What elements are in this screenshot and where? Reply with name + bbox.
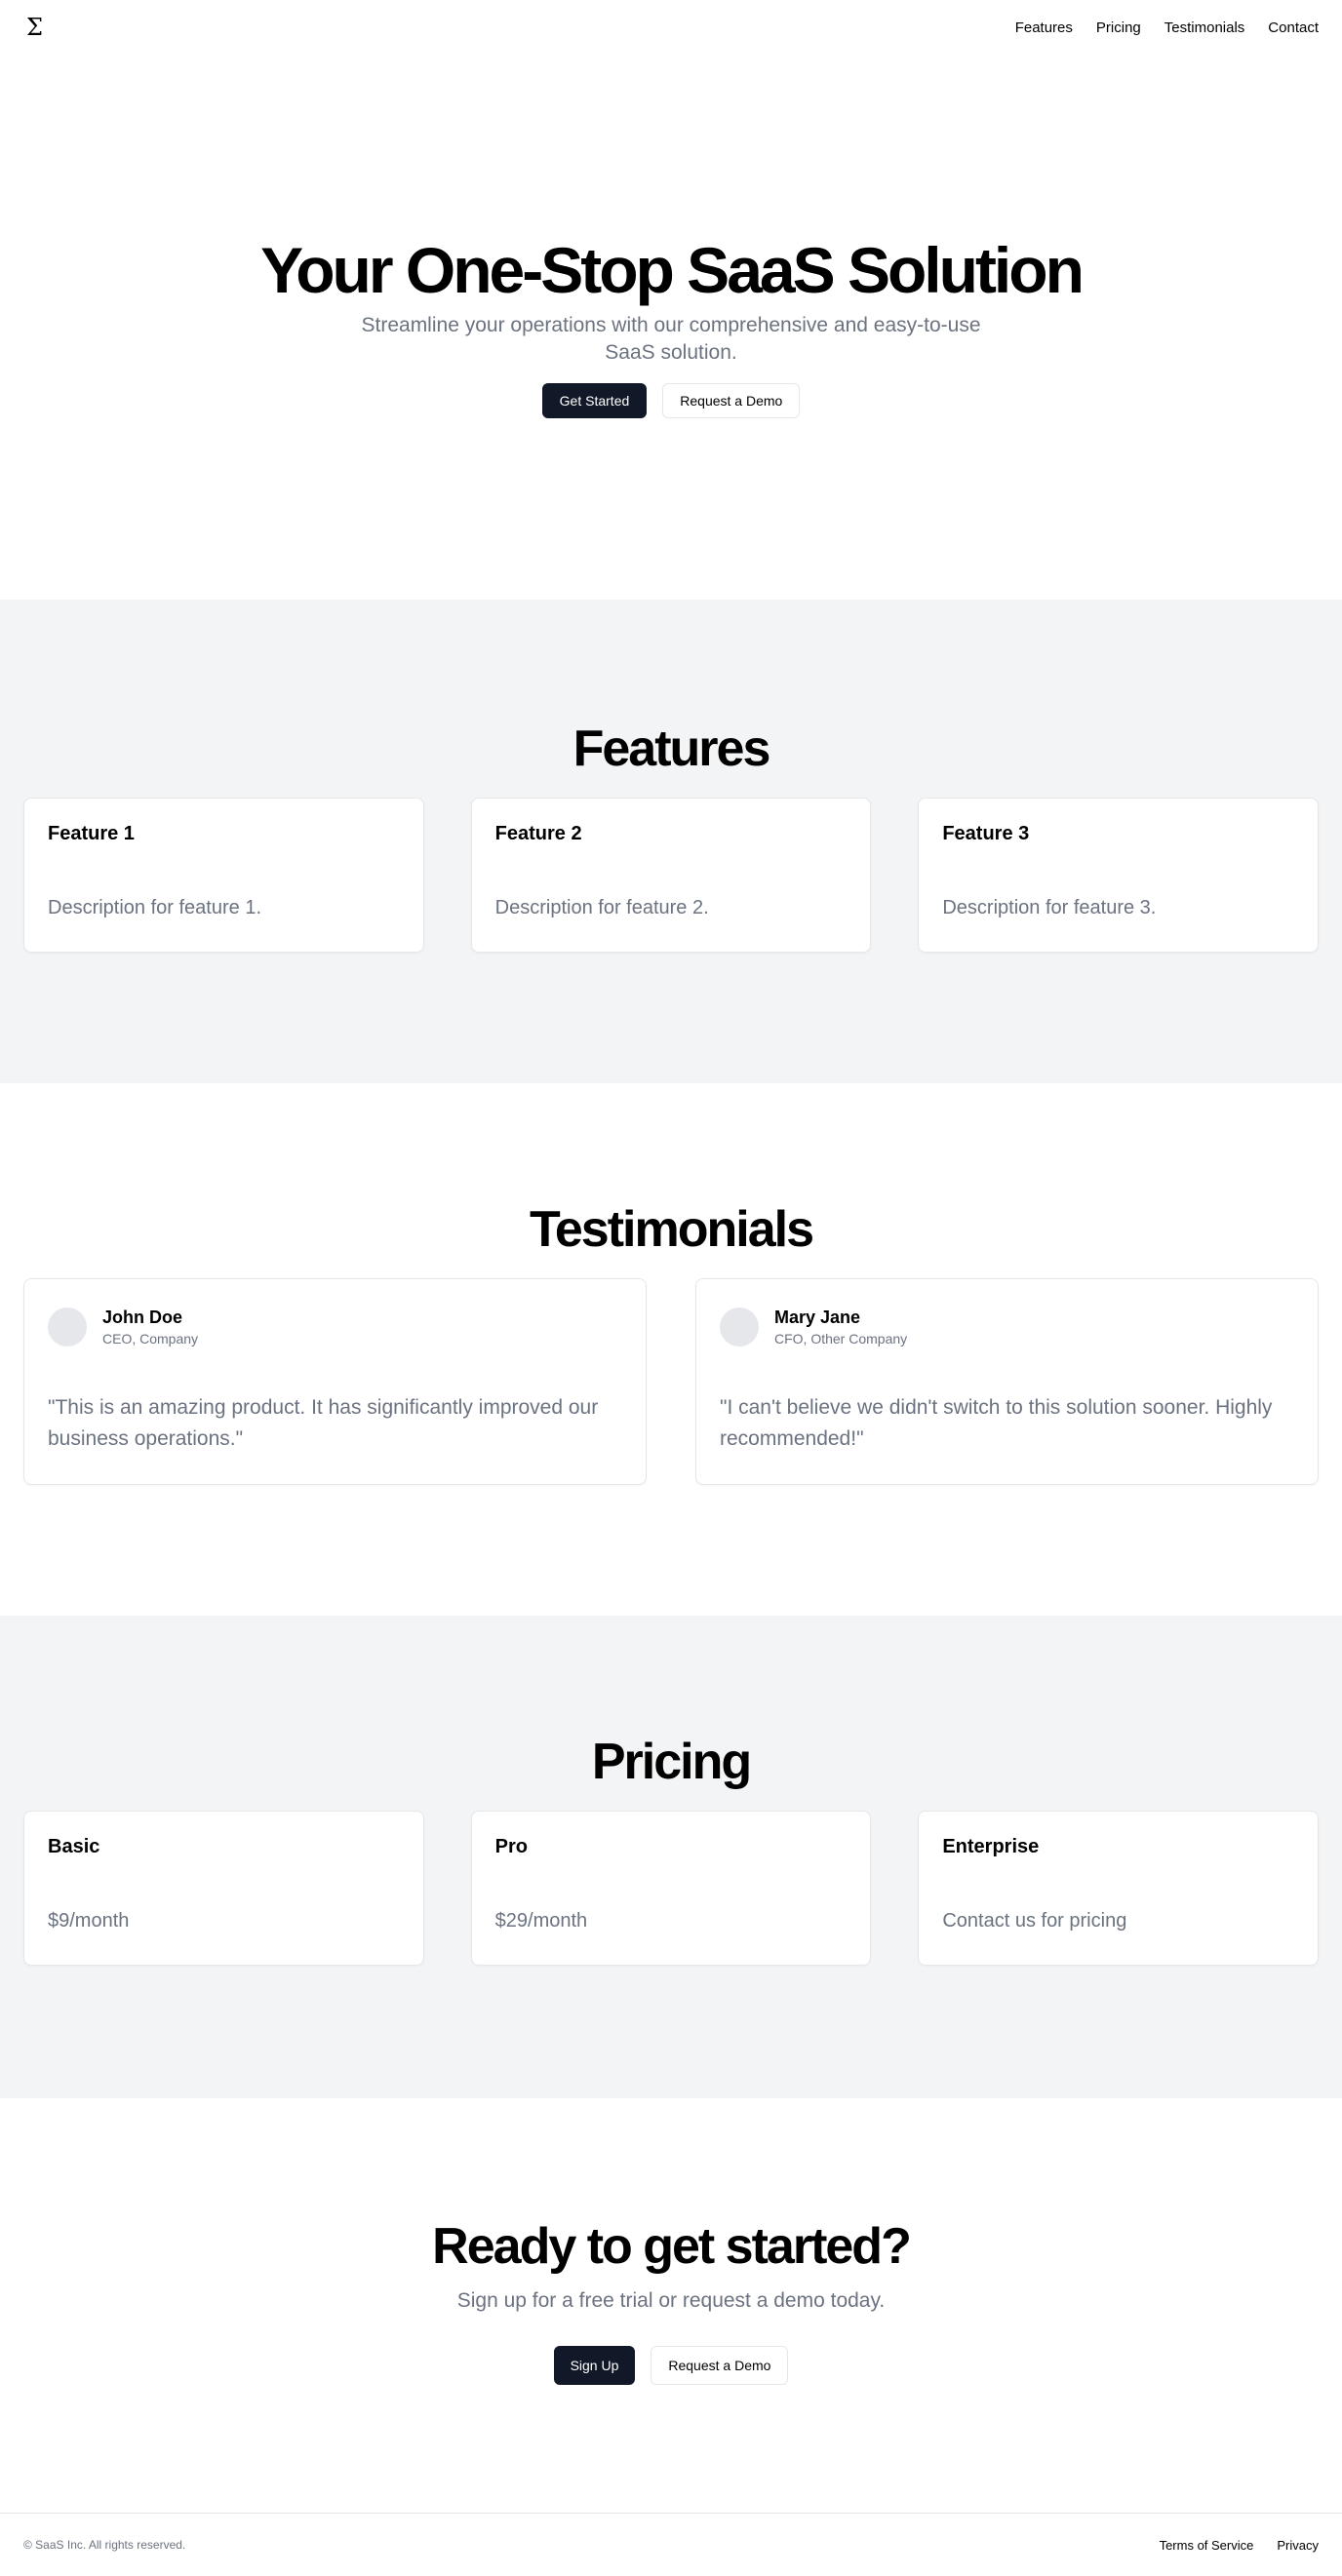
cta-section: Ready to get started? Sign up for a free… bbox=[0, 2098, 1342, 2513]
footer-links: Terms of Service Privacy bbox=[1160, 2538, 1319, 2553]
feature-description: Description for feature 1. bbox=[48, 897, 261, 918]
pricing-card: Basic $9/month bbox=[23, 1811, 424, 1966]
nav-links: Features Pricing Testimonials Contact bbox=[1015, 20, 1319, 36]
nav-link-features[interactable]: Features bbox=[1015, 20, 1073, 36]
testimonial-quote: "This is an amazing product. It has sign… bbox=[48, 1396, 599, 1450]
plan-name: Pro bbox=[494, 1836, 529, 1857]
testimonial-card: Mary Jane CFO, Other Company "I can't be… bbox=[695, 1278, 1319, 1485]
sign-up-button[interactable]: Sign Up bbox=[553, 2346, 636, 2385]
plan-price: $29/month bbox=[494, 1910, 588, 1932]
author-name: John Doe bbox=[102, 1308, 183, 1327]
features-section: Features Feature 1 Description for featu… bbox=[0, 600, 1342, 1083]
hero-section: Your One-Stop SaaS Solution Streamline y… bbox=[0, 55, 1342, 600]
get-started-button[interactable]: Get Started bbox=[541, 383, 648, 418]
request-demo-button[interactable]: Request a Demo bbox=[651, 2346, 789, 2385]
request-demo-button[interactable]: Request a Demo bbox=[662, 383, 801, 418]
nav-link-testimonials[interactable]: Testimonials bbox=[1164, 20, 1245, 36]
features-title: Features bbox=[572, 721, 771, 777]
footer: © SaaS Inc. All rights reserved. Terms o… bbox=[0, 2513, 1342, 2576]
hero-buttons: Get Started Request a Demo bbox=[541, 383, 801, 418]
pricing-grid: Basic $9/month Pro $29/month Enterprise … bbox=[0, 1811, 1342, 1966]
plan-name: Basic bbox=[48, 1836, 100, 1857]
cta-subtitle: Sign up for a free trial or request a de… bbox=[456, 2289, 886, 2312]
avatar bbox=[48, 1308, 87, 1347]
cta-title: Ready to get started? bbox=[432, 2218, 912, 2275]
author-role: CFO, Other Company bbox=[774, 1331, 908, 1347]
logo-icon[interactable]: Σ bbox=[26, 16, 43, 39]
nav-link-pricing[interactable]: Pricing bbox=[1096, 20, 1141, 36]
plan-price: Contact us for pricing bbox=[942, 1910, 1127, 1932]
author-role: CEO, Company bbox=[102, 1331, 199, 1347]
top-nav: Σ Features Pricing Testimonials Contact bbox=[0, 0, 1342, 55]
terms-link[interactable]: Terms of Service bbox=[1160, 2538, 1254, 2553]
feature-description: Description for feature 3. bbox=[942, 897, 1157, 918]
testimonial-author: John Doe CEO, Company bbox=[48, 1307, 622, 1347]
testimonial-card: John Doe CEO, Company "This is an amazin… bbox=[23, 1278, 647, 1485]
plan-price: $9/month bbox=[48, 1910, 130, 1932]
cta-buttons: Sign Up Request a Demo bbox=[553, 2346, 789, 2385]
copyright-text: © SaaS Inc. All rights reserved. bbox=[23, 2538, 186, 2552]
feature-card: Feature 2 Description for feature 2. bbox=[470, 798, 872, 953]
pricing-card: Enterprise Contact us for pricing bbox=[918, 1811, 1320, 1966]
feature-title: Feature 3 bbox=[942, 823, 1030, 844]
feature-title: Feature 2 bbox=[494, 823, 582, 844]
feature-title: Feature 1 bbox=[48, 823, 135, 844]
testimonials-title: Testimonials bbox=[529, 1201, 814, 1258]
feature-card: Feature 3 Description for feature 3. bbox=[918, 798, 1320, 953]
plan-name: Enterprise bbox=[942, 1836, 1040, 1857]
testimonials-section: Testimonials John Doe CEO, Company "This… bbox=[0, 1083, 1342, 1616]
testimonials-grid: John Doe CEO, Company "This is an amazin… bbox=[0, 1278, 1342, 1485]
author-name: Mary Jane bbox=[774, 1308, 861, 1327]
hero-title: Your One-Stop SaaS Solution bbox=[260, 234, 1085, 306]
privacy-link[interactable]: Privacy bbox=[1277, 2538, 1319, 2553]
avatar bbox=[720, 1308, 759, 1347]
nav-link-contact[interactable]: Contact bbox=[1268, 20, 1319, 36]
feature-card: Feature 1 Description for feature 1. bbox=[23, 798, 424, 953]
hero-subtitle: Streamline your operations with our comp… bbox=[361, 314, 981, 364]
pricing-card: Pro $29/month bbox=[470, 1811, 872, 1966]
pricing-title: Pricing bbox=[591, 1734, 752, 1790]
feature-description: Description for feature 2. bbox=[494, 897, 709, 918]
testimonial-quote: "I can't believe we didn't switch to thi… bbox=[720, 1396, 1273, 1450]
features-grid: Feature 1 Description for feature 1. Fea… bbox=[0, 798, 1342, 953]
pricing-section: Pricing Basic $9/month Pro $29/month Ent… bbox=[0, 1616, 1342, 2098]
testimonial-author: Mary Jane CFO, Other Company bbox=[720, 1307, 1294, 1347]
